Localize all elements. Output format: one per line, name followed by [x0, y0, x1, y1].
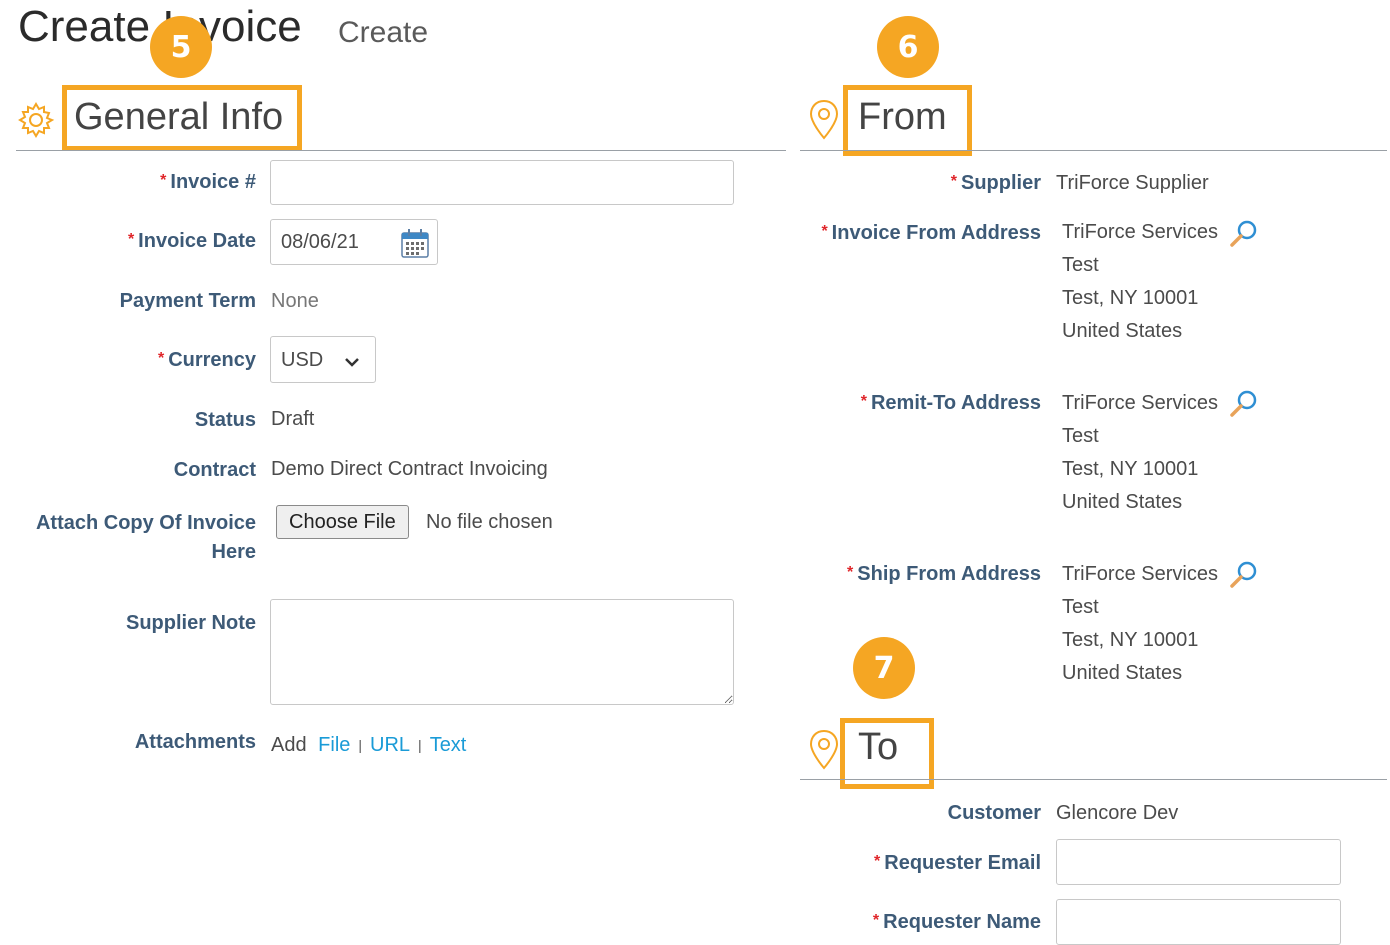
supplier-note-label: Supplier Note — [125, 612, 256, 634]
invoice-from-address-label: * Invoice From Address — [821, 222, 1041, 244]
contract-label: Contract — [173, 459, 256, 481]
status-value: Draft — [271, 408, 315, 430]
attach-url-link[interactable]: URL — [370, 734, 410, 756]
payment-term-label: Payment Term — [119, 290, 256, 312]
attach-text-link[interactable]: Text — [430, 734, 467, 756]
remit-to-address: TriForce Services Test Test, NY 10001 Un… — [1062, 392, 1218, 513]
contract-value: Demo Direct Contract Invoicing — [271, 458, 548, 480]
map-pin-icon — [808, 728, 840, 777]
currency-value: USD — [281, 349, 324, 371]
supplier-note-textarea[interactable] — [270, 599, 734, 705]
supplier-label: * Supplier — [950, 172, 1041, 194]
customer-value: Glencore Dev — [1056, 802, 1179, 824]
currency-label: * Currency — [157, 349, 256, 371]
remit-to-address-label: * Remit-To Address — [860, 392, 1041, 414]
requester-email-label: * Requester Email — [874, 852, 1041, 874]
highlight-general-info — [62, 85, 302, 151]
invoice-number-input[interactable] — [270, 160, 734, 205]
step-badge-7: 7 — [853, 637, 915, 699]
no-file-chosen-text: No file chosen — [426, 511, 553, 533]
attach-file-link[interactable]: File — [318, 734, 350, 756]
choose-file-button[interactable]: Choose File — [276, 505, 409, 539]
attachments-label: Attachments — [134, 731, 256, 753]
requester-name-input[interactable] — [1056, 899, 1341, 945]
magnifier-icon[interactable] — [1228, 218, 1260, 255]
requester-name-label: * Requester Name — [872, 911, 1041, 933]
to-divider — [800, 779, 1387, 780]
invoice-date-label: * Invoice Date — [127, 230, 256, 252]
requester-email-input[interactable] — [1056, 839, 1341, 885]
status-label: Status — [194, 409, 256, 431]
currency-select[interactable]: USD — [270, 336, 376, 383]
step-badge-6: 6 — [877, 16, 939, 78]
invoice-from-address: TriForce Services Test Test, NY 10001 Un… — [1062, 221, 1218, 342]
ship-from-address: TriForce Services Test Test, NY 10001 Un… — [1062, 563, 1218, 684]
attach-invoice-label: Attach Copy Of Invoice Here — [35, 512, 256, 563]
highlight-from — [843, 85, 972, 156]
gear-icon — [16, 100, 56, 140]
calendar-icon[interactable] — [401, 228, 429, 263]
from-divider — [800, 150, 1387, 151]
chevron-down-icon — [343, 355, 361, 373]
payment-term-value: None — [271, 290, 319, 312]
ship-from-address-label: * Ship From Address — [847, 563, 1041, 585]
magnifier-icon[interactable] — [1228, 559, 1260, 596]
general-info-divider — [16, 150, 786, 151]
attachments-links: Add File | URL | Text — [271, 734, 467, 756]
invoice-date-field[interactable]: 08/06/21 — [270, 219, 438, 265]
page-subtitle: Create — [338, 16, 429, 49]
map-pin-icon — [808, 98, 840, 147]
invoice-date-value: 08/06/21 — [281, 231, 359, 253]
attachments-add-text: Add — [271, 734, 307, 756]
magnifier-icon[interactable] — [1228, 388, 1260, 425]
invoice-number-label: * Invoice # — [160, 171, 256, 193]
customer-label: Customer — [947, 802, 1041, 824]
supplier-value: TriForce Supplier — [1056, 172, 1209, 194]
step-badge-5: 5 — [150, 16, 212, 78]
